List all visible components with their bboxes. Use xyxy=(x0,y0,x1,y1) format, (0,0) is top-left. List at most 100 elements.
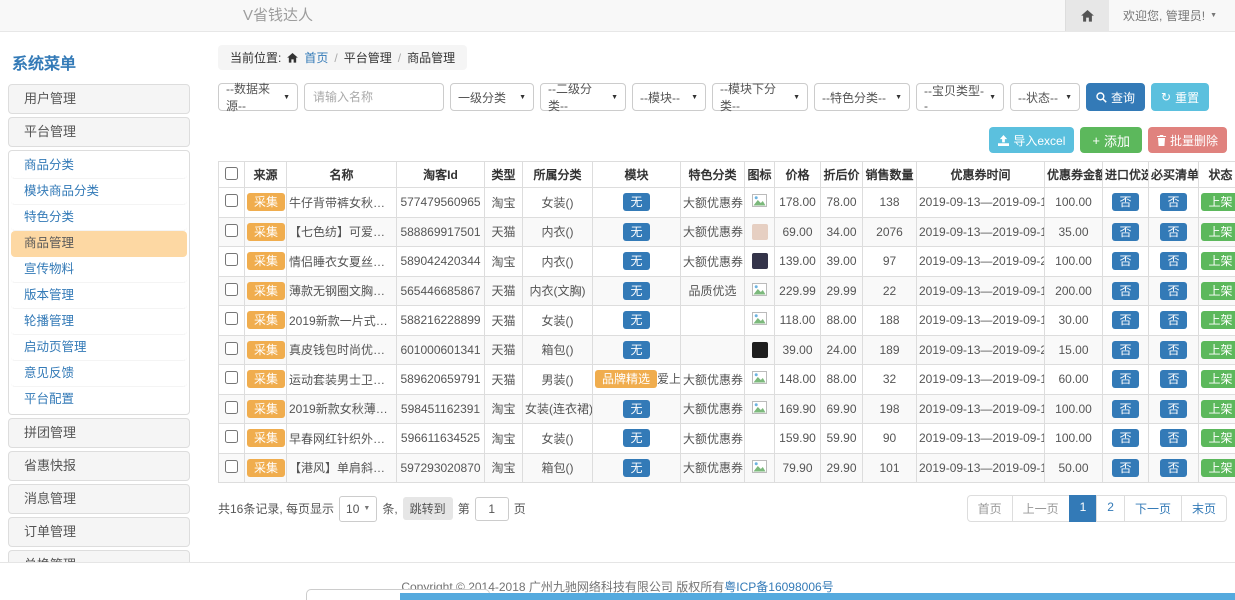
filter-select-item-type[interactable]: --宝贝类型--▼ xyxy=(916,83,1004,111)
status-toggle[interactable]: 上架 xyxy=(1201,223,1235,241)
row-checkbox[interactable] xyxy=(225,224,238,237)
pager-button-4[interactable]: 下一页 xyxy=(1124,495,1182,522)
status-toggle[interactable]: 上架 xyxy=(1201,252,1235,270)
status-toggle[interactable]: 上架 xyxy=(1201,370,1235,388)
page-number-input[interactable] xyxy=(475,497,509,521)
import-select-toggle[interactable]: 否 xyxy=(1112,370,1138,388)
name-filter-input[interactable] xyxy=(304,83,444,111)
module-badge[interactable]: 无 xyxy=(623,341,649,359)
must-buy-toggle[interactable]: 否 xyxy=(1160,370,1186,388)
module-badge[interactable]: 无 xyxy=(623,223,649,241)
status-toggle[interactable]: 上架 xyxy=(1201,459,1235,477)
import-select-toggle[interactable]: 否 xyxy=(1112,252,1138,270)
row-checkbox[interactable] xyxy=(225,312,238,325)
sidebar-item-6[interactable]: 宣传物料 xyxy=(11,257,187,283)
sidebar-item-8[interactable]: 轮播管理 xyxy=(11,309,187,335)
feature-cell: 大额优惠券 xyxy=(681,424,745,454)
filter-select-level2-category[interactable]: --二级分类--▼ xyxy=(540,83,626,111)
module-badge[interactable]: 无 xyxy=(623,252,649,270)
import-select-toggle[interactable]: 否 xyxy=(1112,400,1138,418)
import-select-toggle[interactable]: 否 xyxy=(1112,429,1138,447)
status-toggle[interactable]: 上架 xyxy=(1201,341,1235,359)
status-toggle[interactable]: 上架 xyxy=(1201,311,1235,329)
import-select-toggle[interactable]: 否 xyxy=(1112,311,1138,329)
status-toggle[interactable]: 上架 xyxy=(1201,282,1235,300)
filter-select-level1-category[interactable]: 一级分类▼ xyxy=(450,83,534,111)
must-buy-toggle[interactable]: 否 xyxy=(1160,311,1186,329)
jump-to-button[interactable]: 跳转到 xyxy=(403,497,453,520)
user-menu[interactable]: 欢迎您, 管理员! ▼ xyxy=(1109,0,1235,31)
breadcrumb-home-link[interactable]: 首页 xyxy=(304,49,328,66)
filter-select-status[interactable]: --状态--▼ xyxy=(1010,83,1080,111)
filter-select-feature-category[interactable]: --特色分类--▼ xyxy=(814,83,910,111)
module-badge[interactable]: 无 xyxy=(623,459,649,477)
module-badge[interactable]: 无 xyxy=(623,400,649,418)
status-toggle[interactable]: 上架 xyxy=(1201,400,1235,418)
sidebar-item-5[interactable]: 商品管理 xyxy=(11,231,187,257)
pager-button-2[interactable]: 1 xyxy=(1069,495,1098,522)
icp-link[interactable]: 粤ICP备16098006号 xyxy=(724,580,833,594)
must-buy-toggle[interactable]: 否 xyxy=(1160,429,1186,447)
sidebar-item-14[interactable]: 消息管理 xyxy=(8,484,190,514)
import-select-toggle[interactable]: 否 xyxy=(1112,193,1138,211)
must-buy-toggle[interactable]: 否 xyxy=(1160,252,1186,270)
reset-button[interactable]: ↻ 重置 xyxy=(1151,83,1209,111)
pager-button-0[interactable]: 首页 xyxy=(967,495,1013,522)
sidebar-item-4[interactable]: 特色分类 xyxy=(11,205,187,231)
row-checkbox[interactable] xyxy=(225,401,238,414)
pager-button-5[interactable]: 末页 xyxy=(1181,495,1227,522)
sidebar-item-2[interactable]: 商品分类 xyxy=(11,153,187,179)
type-cell: 淘宝 xyxy=(485,247,523,277)
must-buy-toggle[interactable]: 否 xyxy=(1160,193,1186,211)
module-badge[interactable]: 无 xyxy=(623,429,649,447)
import-select-toggle[interactable]: 否 xyxy=(1112,341,1138,359)
row-checkbox[interactable] xyxy=(225,460,238,473)
row-checkbox[interactable] xyxy=(225,253,238,266)
status-toggle[interactable]: 上架 xyxy=(1201,193,1235,211)
sidebar-item-10[interactable]: 意见反馈 xyxy=(11,361,187,387)
import-select-toggle[interactable]: 否 xyxy=(1112,223,1138,241)
must-buy-toggle[interactable]: 否 xyxy=(1160,459,1186,477)
module-badge[interactable]: 无 xyxy=(623,193,649,211)
batch-delete-button[interactable]: 批量删除 xyxy=(1148,127,1227,153)
module-badge[interactable]: 无 xyxy=(623,282,649,300)
status-toggle[interactable]: 上架 xyxy=(1201,429,1235,447)
module-badge[interactable]: 无 xyxy=(623,311,649,329)
select-all-checkbox[interactable] xyxy=(225,167,238,180)
coupon-amount-cell: 60.00 xyxy=(1045,365,1103,395)
sidebar-item-16[interactable]: 兑换管理 xyxy=(8,550,190,562)
filter-select-module[interactable]: --模块--▼ xyxy=(632,83,706,111)
sidebar-item-3[interactable]: 模块商品分类 xyxy=(11,179,187,205)
row-checkbox[interactable] xyxy=(225,371,238,384)
import-excel-button[interactable]: 导入excel xyxy=(989,127,1074,153)
sidebar-item-12[interactable]: 拼团管理 xyxy=(8,418,190,448)
import-select-toggle[interactable]: 否 xyxy=(1112,282,1138,300)
must-buy-toggle[interactable]: 否 xyxy=(1160,282,1186,300)
coupon-time-cell: 2019-09-13—2019-09-15 xyxy=(917,365,1045,395)
module-badge[interactable]: 品牌精选 xyxy=(595,370,657,388)
must-buy-toggle[interactable]: 否 xyxy=(1160,223,1186,241)
sidebar-item-15[interactable]: 订单管理 xyxy=(8,517,190,547)
sidebar-item-0[interactable]: 用户管理 xyxy=(8,84,190,114)
query-button[interactable]: 查询 xyxy=(1086,83,1145,111)
row-checkbox[interactable] xyxy=(225,194,238,207)
row-checkbox[interactable] xyxy=(225,342,238,355)
batch-delete-label: 批量删除 xyxy=(1170,132,1218,149)
add-button[interactable]: + 添加 xyxy=(1080,127,1142,153)
pager-button-1[interactable]: 上一页 xyxy=(1012,495,1070,522)
home-button[interactable] xyxy=(1065,0,1109,31)
sidebar-item-13[interactable]: 省惠快报 xyxy=(8,451,190,481)
row-checkbox[interactable] xyxy=(225,283,238,296)
per-page-select[interactable]: 10 ▼ xyxy=(339,496,377,522)
import-select-toggle[interactable]: 否 xyxy=(1112,459,1138,477)
sidebar-item-7[interactable]: 版本管理 xyxy=(11,283,187,309)
sidebar-item-1[interactable]: 平台管理 xyxy=(8,117,190,147)
must-buy-toggle[interactable]: 否 xyxy=(1160,341,1186,359)
filter-select-module-subcategory[interactable]: --模块下分类--▼ xyxy=(712,83,808,111)
pager-button-3[interactable]: 2 xyxy=(1096,495,1125,522)
sidebar-item-9[interactable]: 启动页管理 xyxy=(11,335,187,361)
must-buy-toggle[interactable]: 否 xyxy=(1160,400,1186,418)
row-checkbox[interactable] xyxy=(225,430,238,443)
filter-select-data-source[interactable]: --数据来源--▼ xyxy=(218,83,298,111)
sidebar-item-11[interactable]: 平台配置 xyxy=(11,387,187,412)
